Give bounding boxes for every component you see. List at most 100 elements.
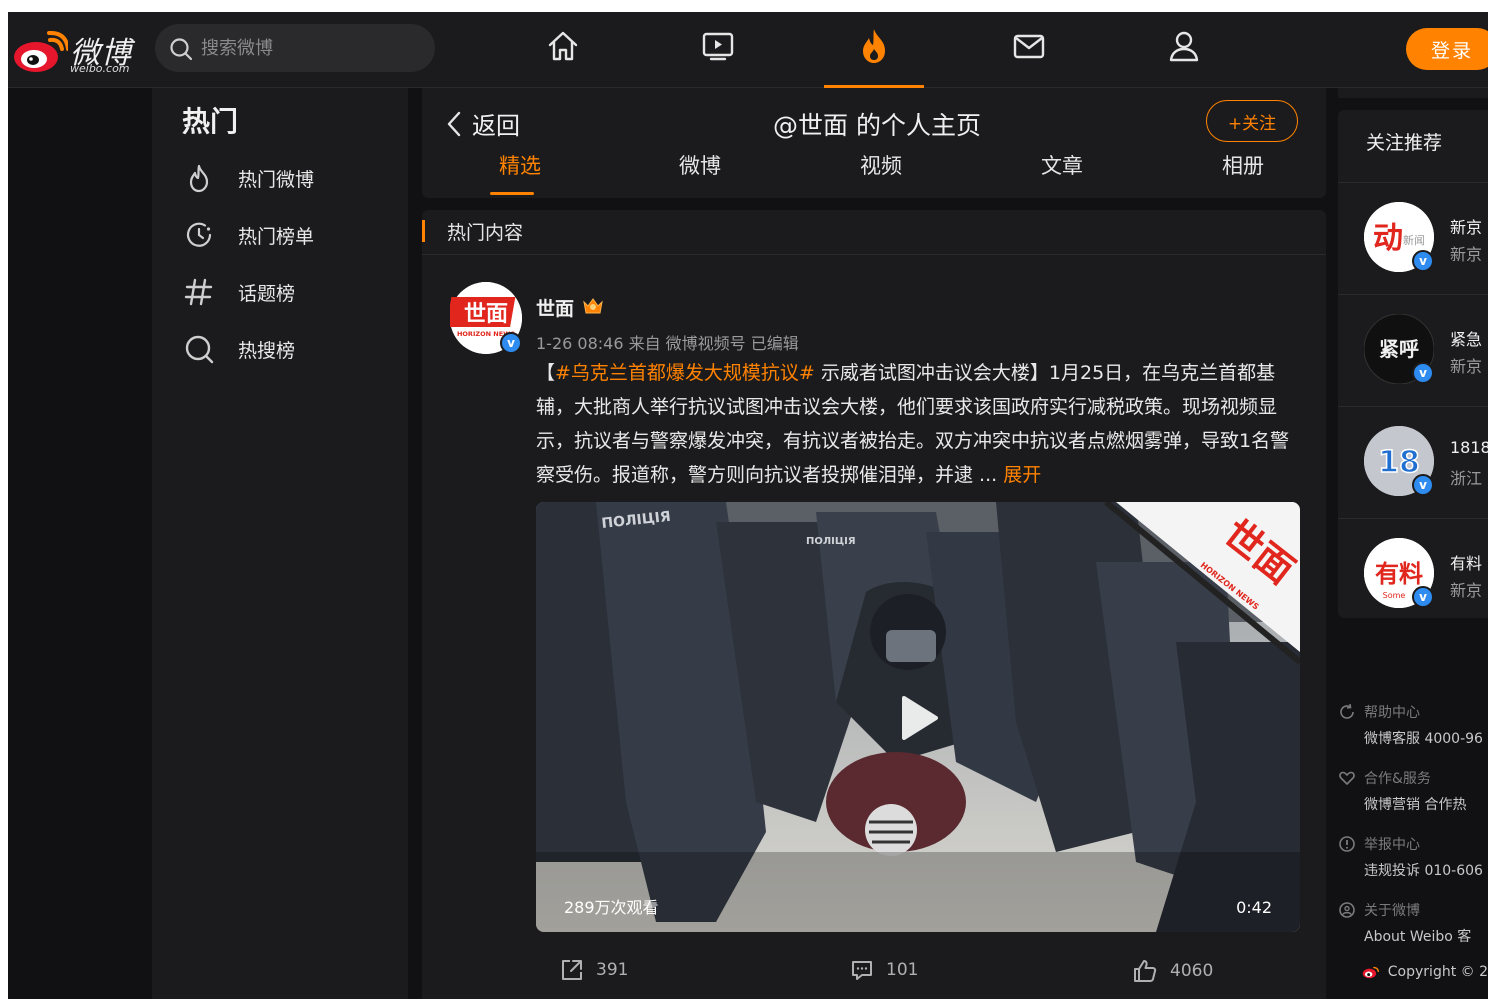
post-feed: 热门内容 世面 HORIZON NEWS v 世面 1-26 08:46 来自 …	[422, 210, 1326, 999]
author-avatar[interactable]: 世面 HORIZON NEWS v	[446, 282, 522, 354]
hot-flame-icon	[863, 29, 885, 63]
section-title: 热门内容	[447, 222, 524, 244]
avatar-subtext: 新闻	[1403, 233, 1425, 247]
recommend-title: 关注推荐	[1366, 132, 1443, 154]
avatar-text: 紧呼	[1379, 337, 1419, 361]
footer-line[interactable]: 微博客服 4000-96	[1338, 728, 1488, 748]
footer-line[interactable]: 微博营销 合作热	[1338, 794, 1488, 814]
home-icon	[548, 31, 578, 61]
sidebar-item-label: 热门榜单	[238, 225, 315, 248]
help-icon	[1340, 703, 1354, 719]
avatar-text: 动	[1373, 221, 1403, 256]
weibo-mini-logo-icon	[1362, 966, 1380, 979]
sidebar-item-label: 话题榜	[238, 282, 296, 305]
verified-badge-icon: v	[1412, 586, 1434, 608]
post-body: 【#乌克兰首都爆发大规模抗议# 示威者试图冲击议会大楼】1月25日，在乌克兰首都…	[536, 356, 1306, 492]
hashtag-link[interactable]: #乌克兰首都爆发大规模抗议#	[555, 362, 815, 384]
verified-badge-icon: v	[1412, 474, 1434, 496]
expand-link[interactable]: 展开	[1003, 464, 1041, 486]
footer-heading[interactable]: 举报中心	[1364, 834, 1420, 854]
footer-line[interactable]: About Weibo 客	[1338, 926, 1488, 946]
like-button[interactable]: 4060	[1132, 958, 1213, 984]
chevron-left-icon	[447, 111, 461, 136]
comment-count: 101	[886, 960, 919, 980]
sidebar-item-hot-list[interactable]: 热门榜单	[182, 213, 402, 257]
verified-badge-icon: v	[1412, 250, 1434, 272]
footer-heading[interactable]: 关于微博	[1364, 900, 1420, 920]
video-duration: 0:42	[1236, 898, 1272, 917]
app-frame: 微博 weibo.com 搜索微博 登录 热门 热门微博 热门榜单 话题榜 热搜…	[8, 12, 1488, 999]
comment-icon	[852, 961, 872, 980]
hashtag-icon	[184, 278, 213, 306]
footer-heading[interactable]: 帮助中心	[1364, 702, 1420, 722]
footer-heading[interactable]: 合作&服务	[1364, 768, 1431, 788]
divider	[1338, 518, 1488, 519]
recommend-name[interactable]: 1818	[1450, 438, 1488, 457]
nav-profile[interactable]	[1164, 26, 1204, 66]
right-panel-top	[1338, 88, 1488, 98]
clock-icon	[186, 222, 212, 247]
post-text-prefix: 【	[536, 362, 556, 384]
play-icon[interactable]	[888, 688, 948, 748]
avatar-text: 有料	[1375, 559, 1423, 588]
recommend-name[interactable]: 有料	[1450, 550, 1482, 574]
footer-line[interactable]: 违规投诉 010-606	[1338, 860, 1488, 880]
weibo-logo[interactable]: 微博 weibo.com	[12, 24, 142, 76]
video-player[interactable]: ПОЛІЦІЯ ПОЛІЦІЯ 世面 HORIZON NEWS 289万次观看 …	[536, 502, 1300, 932]
divider	[1338, 294, 1488, 295]
profile-header: 返回 @世面 的个人主页 +关注 精选 微博 视频 文章 相册	[422, 88, 1326, 198]
footer-help: 帮助中心 微博客服 4000-96	[1338, 702, 1488, 748]
avatar-text: 世面	[464, 302, 508, 327]
login-button[interactable]: 登录	[1406, 28, 1488, 70]
copyright-text: Copyright © 2	[1387, 964, 1488, 980]
search-box[interactable]	[155, 24, 435, 72]
avatar-text: 18	[1378, 445, 1420, 480]
user-icon	[1169, 31, 1199, 62]
recommend-desc: 新京	[1450, 245, 1483, 264]
recommend-avatar[interactable]: 动 新闻 v	[1364, 202, 1434, 272]
nav-video[interactable]	[698, 26, 738, 66]
top-nav-bar: 微博 weibo.com 搜索微博 登录	[8, 12, 1488, 88]
nav-messages[interactable]	[1009, 26, 1049, 66]
comment-button[interactable]: 101	[850, 958, 918, 982]
nav-home[interactable]	[543, 26, 583, 66]
recommend-name[interactable]: 新京	[1450, 214, 1482, 238]
repost-button[interactable]: 391	[560, 958, 628, 982]
sidebar-item-hot-search[interactable]: 热搜榜	[182, 327, 402, 371]
tab-albums[interactable]: 相册	[1183, 150, 1303, 180]
footer-copyright: Copyright © 2	[1338, 962, 1488, 982]
section-accent-bar	[422, 220, 425, 242]
thumbs-up-icon	[1134, 960, 1157, 982]
recommend-name[interactable]: 紧急	[1450, 326, 1482, 350]
crown-icon	[583, 298, 603, 314]
divider	[1338, 406, 1488, 407]
sidebar-item-topics[interactable]: 话题榜	[182, 270, 402, 314]
repost-icon	[562, 960, 582, 980]
mail-icon	[1013, 34, 1045, 59]
tab-articles[interactable]: 文章	[1002, 150, 1122, 180]
tab-video[interactable]: 视频	[821, 150, 941, 180]
repost-count: 391	[596, 960, 629, 980]
alert-icon	[1339, 836, 1355, 852]
recommend-avatar[interactable]: 18 v	[1364, 426, 1434, 496]
search-input[interactable]	[201, 24, 421, 72]
verified-badge-icon: v	[1412, 362, 1434, 384]
footer-report: 举报中心 违规投诉 010-606	[1338, 834, 1488, 880]
nav-hot[interactable]	[854, 26, 894, 66]
flame-icon	[189, 164, 209, 193]
sidebar-item-hot-weibo[interactable]: 热门微博	[182, 156, 402, 200]
recommend-avatar[interactable]: 有料 Some v	[1364, 538, 1434, 608]
post-author-name[interactable]: 世面	[536, 294, 574, 321]
sidebar-title: 热门	[182, 105, 239, 138]
follow-button[interactable]: +关注	[1206, 100, 1298, 142]
recommend-avatar[interactable]: 紧呼 v	[1363, 313, 1435, 385]
logo-subtext: weibo.com	[70, 62, 130, 75]
back-button[interactable]: 返回	[446, 106, 520, 141]
weibo-eye-icon	[14, 30, 68, 72]
post-meta: 1-26 08:46 来自 微博视频号 已编辑	[536, 334, 799, 353]
divider	[422, 254, 1326, 255]
tab-weibo[interactable]: 微博	[640, 150, 760, 180]
view-count: 289万次观看	[564, 898, 659, 917]
follow-recommendations: 关注推荐 动 新闻 v 新京 新京 紧呼 v 紧急 新京 18 v 1818 浙…	[1338, 110, 1488, 618]
tab-featured[interactable]: 精选	[460, 150, 580, 180]
